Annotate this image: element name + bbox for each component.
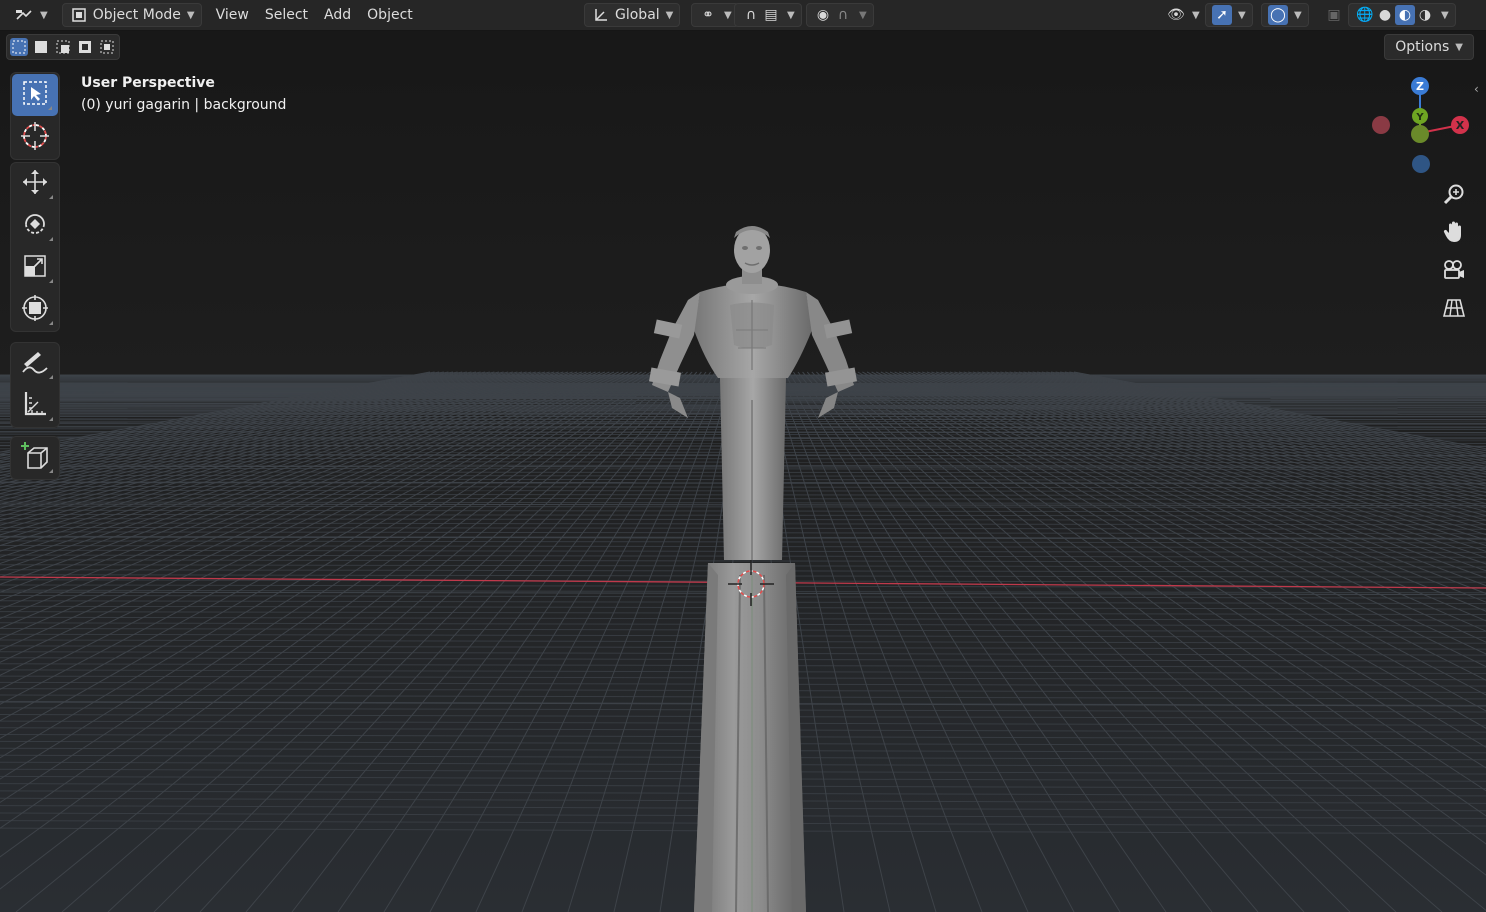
select-new-icon[interactable] bbox=[10, 38, 28, 56]
orientation-icon bbox=[591, 5, 611, 25]
transform-orientation-dropdown[interactable]: Global ▼ bbox=[584, 3, 681, 27]
select-invert-icon[interactable] bbox=[76, 38, 94, 56]
gizmo-neg-y[interactable] bbox=[1411, 125, 1429, 143]
cursor-icon bbox=[20, 121, 50, 155]
mode-label: Object Mode bbox=[92, 7, 181, 23]
scale-tool[interactable] bbox=[11, 247, 59, 289]
options-dropdown[interactable]: Options ▼ bbox=[1384, 34, 1474, 60]
chevron-down-icon: ▼ bbox=[1192, 9, 1200, 21]
toolbar-group-add bbox=[10, 436, 60, 480]
gizmo-x-label: X bbox=[1456, 119, 1465, 132]
eye-icon: 👁 bbox=[1167, 7, 1185, 23]
perspective-toggle-button[interactable] bbox=[1436, 292, 1472, 328]
shading-modes[interactable]: 🌐 ● ◐ ◑ ▼ bbox=[1348, 3, 1456, 27]
hand-icon bbox=[1443, 220, 1465, 248]
viewport-info: User Perspective (0) yuri gagarin | back… bbox=[81, 72, 286, 116]
wireframe-shading-icon[interactable]: 🌐 bbox=[1355, 5, 1375, 25]
add-cube-tool[interactable] bbox=[11, 437, 59, 479]
annotate-tool[interactable] bbox=[11, 343, 59, 385]
chevron-down-icon: ▼ bbox=[724, 9, 732, 21]
mode-dropdown[interactable]: Object Mode ▼ bbox=[61, 3, 202, 27]
menu-select[interactable]: Select bbox=[257, 3, 316, 27]
camera-view-button[interactable] bbox=[1436, 254, 1472, 290]
orientation-label: Global bbox=[615, 7, 660, 23]
toolbar-group-annotate bbox=[10, 342, 60, 428]
proportional-editing-icon[interactable]: ◉ bbox=[813, 5, 833, 25]
snap-increment-icon[interactable]: ▤ bbox=[761, 5, 781, 25]
object-mode-icon bbox=[69, 5, 89, 25]
editor-type-button[interactable]: ▼ bbox=[8, 3, 54, 27]
chevron-down-icon: ▼ bbox=[665, 9, 674, 21]
move-icon bbox=[21, 168, 49, 200]
chevron-down-icon: ▼ bbox=[40, 9, 48, 21]
scale-icon bbox=[22, 253, 48, 283]
viewport-header: ▼ Object Mode ▼ View Select Add Object G… bbox=[0, 0, 1486, 31]
transform-tool[interactable] bbox=[11, 289, 59, 331]
snap-icon[interactable]: ∩ bbox=[741, 5, 761, 25]
grid-perspective-icon bbox=[1442, 297, 1466, 323]
navigation-controls bbox=[1436, 178, 1476, 330]
select-box-tool[interactable] bbox=[12, 74, 58, 116]
pan-button[interactable] bbox=[1436, 216, 1472, 252]
chevron-down-icon: ▼ bbox=[859, 9, 867, 21]
select-box-icon bbox=[22, 80, 48, 110]
chevron-down-icon: ▼ bbox=[1455, 41, 1463, 53]
editor-type-icon bbox=[14, 5, 34, 25]
solid-shading-icon[interactable]: ● bbox=[1375, 5, 1395, 25]
select-intersect-icon[interactable] bbox=[98, 38, 116, 56]
toolbar-group-select bbox=[10, 72, 60, 160]
view-name: User Perspective bbox=[81, 75, 215, 91]
cursor-tool[interactable] bbox=[11, 117, 59, 159]
gizmo-z-label: Z bbox=[1416, 80, 1424, 93]
xray-icon[interactable]: ▣ bbox=[1324, 5, 1344, 25]
annotate-icon bbox=[20, 348, 50, 380]
rotate-icon bbox=[21, 210, 49, 242]
visibility-dropdown[interactable]: 👁 ▼ bbox=[1160, 3, 1206, 27]
gizmo-icon[interactable]: ➚ bbox=[1212, 5, 1232, 25]
material-preview-icon[interactable]: ◐ bbox=[1395, 5, 1415, 25]
chevron-down-icon: ▼ bbox=[1441, 9, 1449, 21]
gizmo-neg-x[interactable] bbox=[1372, 116, 1390, 134]
3d-viewport[interactable]: Z Y X ▼ Object Mode ▼ View Select Add Ob… bbox=[0, 0, 1486, 912]
camera-icon bbox=[1442, 259, 1466, 285]
gizmo-toggle[interactable]: ➚ ▼ bbox=[1205, 3, 1253, 27]
transform-icon bbox=[21, 294, 49, 326]
chevron-down-icon: ▼ bbox=[1294, 9, 1302, 21]
rotate-tool[interactable] bbox=[11, 205, 59, 247]
viewport-scene[interactable]: Z Y X bbox=[0, 0, 1486, 912]
chevron-down-icon: ▼ bbox=[1238, 9, 1246, 21]
menu-object[interactable]: Object bbox=[359, 3, 421, 27]
pivot-point-dropdown[interactable]: ⚭ ▼ bbox=[691, 3, 739, 27]
measure-tool[interactable] bbox=[11, 385, 59, 427]
sidebar-toggle-icon[interactable]: ‹ bbox=[1474, 82, 1479, 96]
select-subtract-icon[interactable] bbox=[54, 38, 72, 56]
rendered-shading-icon[interactable]: ◑ bbox=[1415, 5, 1435, 25]
select-mode-bar bbox=[6, 34, 120, 60]
chevron-down-icon: ▼ bbox=[186, 9, 195, 21]
pivot-icon: ⚭ bbox=[702, 7, 714, 23]
object-info: (0) yuri gagarin | background bbox=[81, 97, 287, 113]
toolbar-group-transform bbox=[10, 162, 60, 332]
gizmo-y-label: Y bbox=[1415, 112, 1424, 123]
zoom-icon bbox=[1443, 183, 1465, 209]
xray-toggle[interactable]: ▣ bbox=[1318, 3, 1350, 27]
chevron-down-icon: ▼ bbox=[787, 9, 795, 21]
move-tool[interactable] bbox=[11, 163, 59, 205]
select-extend-icon[interactable] bbox=[32, 38, 50, 56]
selection-mode-group bbox=[6, 34, 120, 60]
menu-view[interactable]: View bbox=[208, 3, 257, 27]
add-cube-icon bbox=[20, 441, 50, 475]
zoom-button[interactable] bbox=[1436, 178, 1472, 214]
falloff-icon[interactable]: ∩ bbox=[833, 5, 853, 25]
options-label: Options bbox=[1395, 39, 1450, 55]
snap-controls[interactable]: ∩ ▤ ▼ bbox=[734, 3, 802, 27]
overlays-icon[interactable]: ◯ bbox=[1268, 5, 1288, 25]
measure-icon bbox=[22, 390, 48, 422]
gizmo-neg-z[interactable] bbox=[1412, 155, 1430, 173]
menu-add[interactable]: Add bbox=[316, 3, 359, 27]
proportional-editing-controls[interactable]: ◉ ∩ ▼ bbox=[806, 3, 874, 27]
overlays-toggle[interactable]: ◯ ▼ bbox=[1261, 3, 1309, 27]
